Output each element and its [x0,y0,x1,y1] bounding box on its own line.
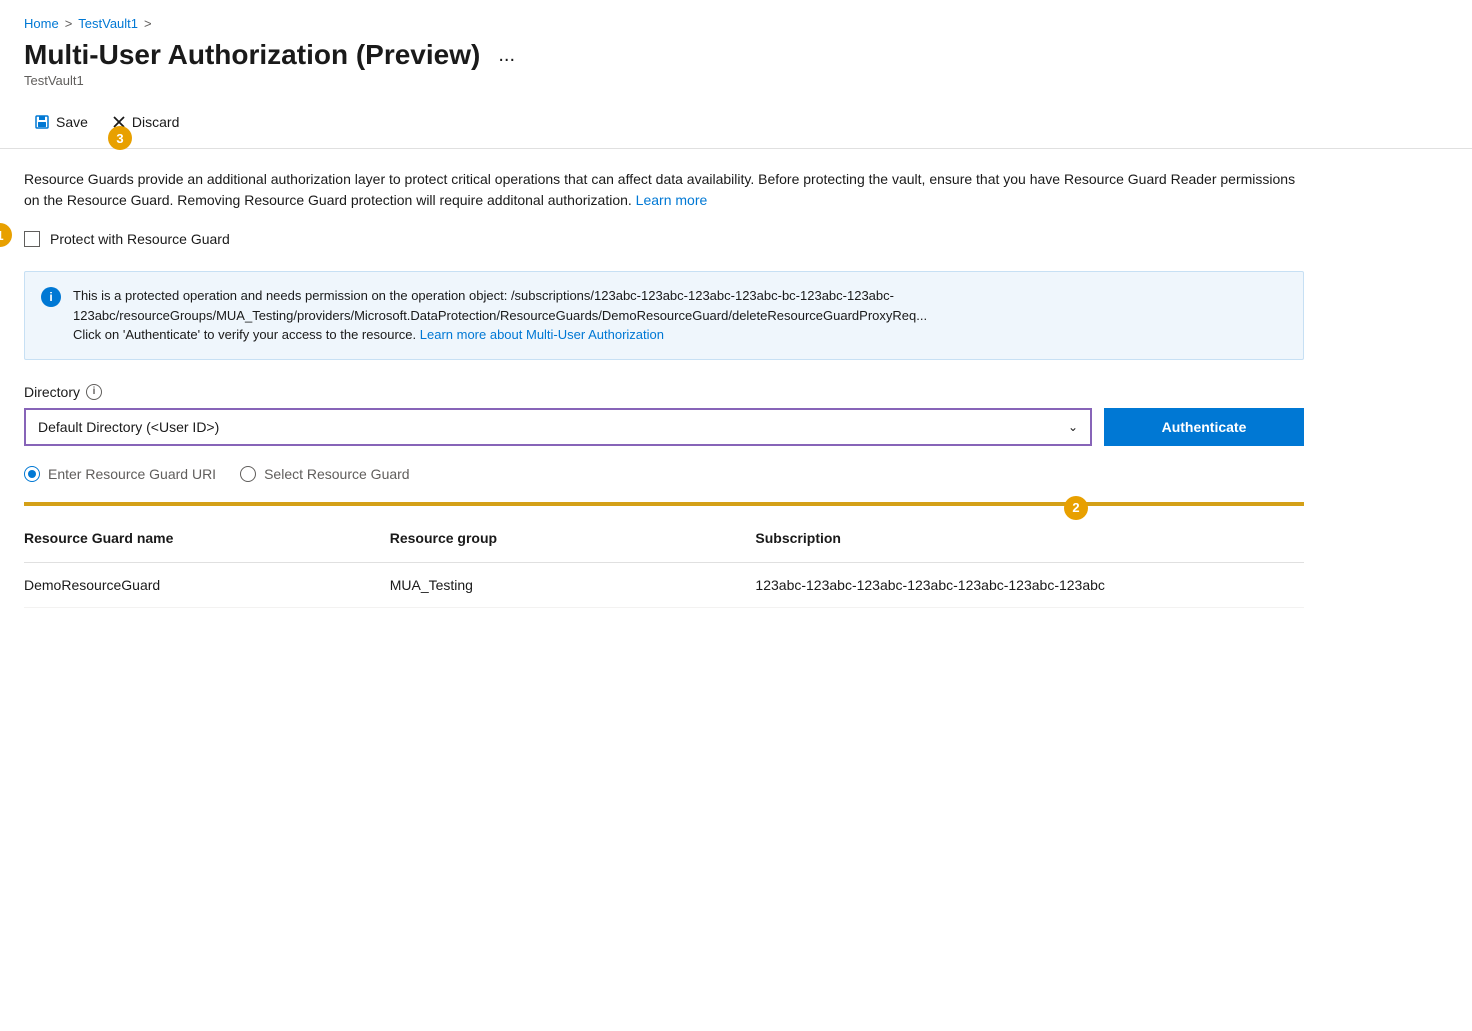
info-text: This is a protected operation and needs … [73,286,1287,345]
directory-dropdown[interactable]: Default Directory (<User ID>) ⌄ [24,408,1092,446]
directory-dropdown-value: Default Directory (<User ID>) [38,419,219,435]
authenticate-button[interactable]: Authenticate [1104,408,1304,446]
info-icon: i [41,287,61,307]
directory-controls: Default Directory (<User ID>) ⌄ Authenti… [24,408,1304,446]
save-label: Save [56,114,88,130]
directory-label: Directory [24,384,80,400]
info-text-part1: This is a protected operation and needs … [73,288,927,323]
col-header-name: Resource Guard name [24,522,390,554]
save-icon [34,114,50,130]
discard-label: Discard [132,114,179,130]
ellipsis-button[interactable]: ... [492,42,521,69]
table-header: Resource Guard name Resource group Subsc… [24,522,1304,563]
breadcrumb-home[interactable]: Home [24,16,59,31]
cell-name: DemoResourceGuard [24,573,390,597]
step-badge-1: 1 [0,223,12,247]
info-text-part2: Click on 'Authenticate' to verify your a… [73,327,416,342]
protect-checkbox[interactable] [24,231,40,247]
protect-label: Protect with Resource Guard [50,231,230,247]
step-badge-3: 3 [108,126,132,150]
page-header: Multi-User Authorization (Preview) ... T… [0,39,1472,96]
cell-subscription: 123abc-123abc-123abc-123abc-123abc-123ab… [755,573,1304,597]
chevron-down-icon: ⌄ [1068,420,1078,434]
protect-section: 1 Protect with Resource Guard [24,231,1448,247]
directory-label-row: Directory i [24,384,1304,400]
breadcrumb-sep1: > [65,16,73,31]
col-header-group: Resource group [390,522,756,554]
directory-info-icon[interactable]: i [86,384,102,400]
breadcrumb-sep2: > [144,16,152,31]
radio-select-label: Select Resource Guard [264,466,410,482]
step-badge-2: 2 [1064,496,1088,520]
orange-divider [24,502,1304,506]
table-section: Resource Guard name Resource group Subsc… [24,522,1304,608]
radio-option-uri[interactable]: Enter Resource Guard URI [24,466,216,482]
info-learn-more-link[interactable]: Learn more about Multi-User Authorizatio… [420,327,664,342]
table-row: DemoResourceGuard MUA_Testing 123abc-123… [24,563,1304,608]
info-box: i This is a protected operation and need… [24,271,1304,360]
save-button[interactable]: Save [24,108,98,136]
directory-section: Directory i Default Directory (<User ID>… [24,384,1304,446]
main-content: Resource Guards provide an additional au… [0,149,1472,628]
page-title: Multi-User Authorization (Preview) [24,39,480,71]
cell-resource-group: MUA_Testing [390,573,756,597]
toolbar: Save Discard 3 [0,96,1472,149]
radio-uri-circle [24,466,40,482]
description-text: Resource Guards provide an additional au… [24,169,1304,211]
breadcrumb: Home > TestVault1 > [0,0,1472,39]
learn-more-link[interactable]: Learn more [636,192,708,208]
radio-option-select[interactable]: Select Resource Guard [240,466,410,482]
breadcrumb-vault[interactable]: TestVault1 [78,16,138,31]
page-subtitle: TestVault1 [24,73,1448,88]
radio-uri-label: Enter Resource Guard URI [48,466,216,482]
col-header-sub: Subscription [755,522,1304,554]
radio-uri-dot [28,470,36,478]
radio-section: Enter Resource Guard URI Select Resource… [24,466,1448,482]
radio-select-circle [240,466,256,482]
